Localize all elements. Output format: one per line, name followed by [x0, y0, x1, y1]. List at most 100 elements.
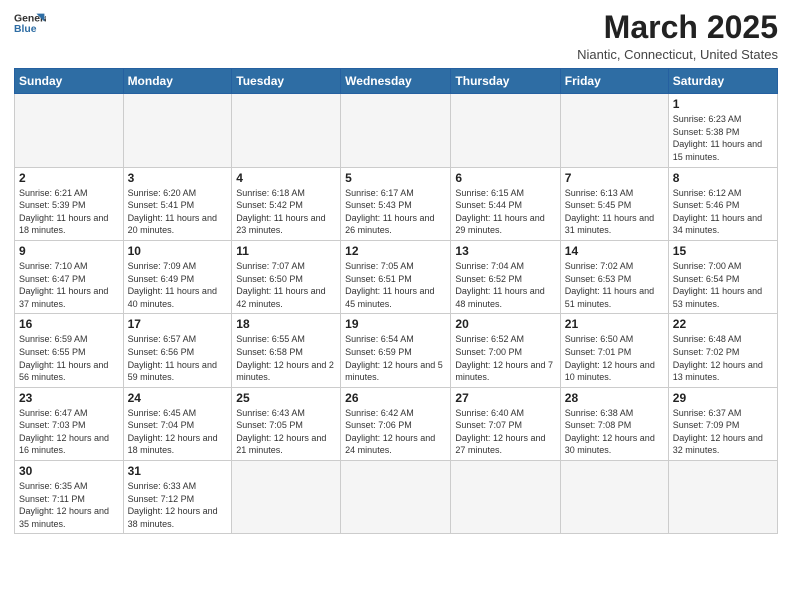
day-info: Sunrise: 6:57 AMSunset: 6:56 PMDaylight:… — [128, 333, 228, 383]
day-info: Sunrise: 6:48 AMSunset: 7:02 PMDaylight:… — [673, 333, 773, 383]
day-info: Sunrise: 6:23 AMSunset: 5:38 PMDaylight:… — [673, 113, 773, 163]
table-row: 9 Sunrise: 7:10 AMSunset: 6:47 PMDaylight… — [15, 240, 124, 313]
day-number: 18 — [236, 317, 336, 331]
table-row: 30 Sunrise: 6:35 AMSunset: 7:11 PMDayligh… — [15, 461, 124, 534]
table-row: 22 Sunrise: 6:48 AMSunset: 7:02 PMDayligh… — [668, 314, 777, 387]
header-sunday: Sunday — [15, 69, 124, 94]
day-info: Sunrise: 6:42 AMSunset: 7:06 PMDaylight:… — [345, 407, 446, 457]
day-number: 12 — [345, 244, 446, 258]
table-row — [15, 94, 124, 167]
day-number: 30 — [19, 464, 119, 478]
day-info: Sunrise: 6:33 AMSunset: 7:12 PMDaylight:… — [128, 480, 228, 530]
day-number: 22 — [673, 317, 773, 331]
day-number: 7 — [565, 171, 664, 185]
day-info: Sunrise: 6:13 AMSunset: 5:45 PMDaylight:… — [565, 187, 664, 237]
day-info: Sunrise: 6:55 AMSunset: 6:58 PMDaylight:… — [236, 333, 336, 383]
table-row: 3Sunrise: 6:20 AMSunset: 5:41 PMDaylight… — [123, 167, 232, 240]
table-row: 6Sunrise: 6:15 AMSunset: 5:44 PMDaylight… — [451, 167, 560, 240]
day-info: Sunrise: 7:07 AMSunset: 6:50 PMDaylight:… — [236, 260, 336, 310]
weekday-header-row: Sunday Monday Tuesday Wednesday Thursday… — [15, 69, 778, 94]
table-row: 27 Sunrise: 6:40 AMSunset: 7:07 PMDayligh… — [451, 387, 560, 460]
header: General Blue March 2025 Niantic, Connect… — [14, 10, 778, 62]
day-number: 14 — [565, 244, 664, 258]
calendar-week-row: 23Sunrise: 6:47 AMSunset: 7:03 PMDayligh… — [15, 387, 778, 460]
day-info: Sunrise: 6:18 AMSunset: 5:42 PMDaylight:… — [236, 187, 336, 237]
table-row: 15Sunrise: 7:00 AMSunset: 6:54 PMDayligh… — [668, 240, 777, 313]
table-row: 20 Sunrise: 6:52 AMSunset: 7:00 PMDayligh… — [451, 314, 560, 387]
calendar-week-row: 2 Sunrise: 6:21 AMSunset: 5:39 PMDaylight… — [15, 167, 778, 240]
day-number: 21 — [565, 317, 664, 331]
day-info: Sunrise: 6:12 AMSunset: 5:46 PMDaylight:… — [673, 187, 773, 237]
svg-text:Blue: Blue — [14, 24, 37, 35]
day-number: 26 — [345, 391, 446, 405]
table-row — [341, 461, 451, 534]
header-friday: Friday — [560, 69, 668, 94]
header-thursday: Thursday — [451, 69, 560, 94]
calendar-week-row: 1 Sunrise: 6:23 AMSunset: 5:38 PMDaylight… — [15, 94, 778, 167]
table-row: 24 Sunrise: 6:45 AMSunset: 7:04 PMDayligh… — [123, 387, 232, 460]
day-info: Sunrise: 6:20 AMSunset: 5:41 PMDaylight:… — [128, 187, 228, 237]
day-info: Sunrise: 6:45 AMSunset: 7:04 PMDaylight:… — [128, 407, 228, 457]
table-row: 23Sunrise: 6:47 AMSunset: 7:03 PMDayligh… — [15, 387, 124, 460]
table-row — [451, 461, 560, 534]
day-number: 19 — [345, 317, 446, 331]
table-row: 12Sunrise: 7:05 AMSunset: 6:51 PMDayligh… — [341, 240, 451, 313]
table-row: 19Sunrise: 6:54 AMSunset: 6:59 PMDayligh… — [341, 314, 451, 387]
day-number: 24 — [128, 391, 228, 405]
table-row: 16 Sunrise: 6:59 AMSunset: 6:55 PMDayligh… — [15, 314, 124, 387]
calendar-title: March 2025 — [577, 10, 778, 45]
day-info: Sunrise: 6:59 AMSunset: 6:55 PMDaylight:… — [19, 333, 119, 383]
table-row: 21 Sunrise: 6:50 AMSunset: 7:01 PMDayligh… — [560, 314, 668, 387]
day-number: 25 — [236, 391, 336, 405]
table-row: 25 Sunrise: 6:43 AMSunset: 7:05 PMDayligh… — [232, 387, 341, 460]
day-info: Sunrise: 6:35 AMSunset: 7:11 PMDaylight:… — [19, 480, 119, 530]
day-number: 17 — [128, 317, 228, 331]
day-info: Sunrise: 6:50 AMSunset: 7:01 PMDaylight:… — [565, 333, 664, 383]
day-info: Sunrise: 6:21 AMSunset: 5:39 PMDaylight:… — [19, 187, 119, 237]
table-row: 1 Sunrise: 6:23 AMSunset: 5:38 PMDaylight… — [668, 94, 777, 167]
day-number: 1 — [673, 97, 773, 111]
day-number: 9 — [19, 244, 119, 258]
table-row — [668, 461, 777, 534]
day-info: Sunrise: 7:04 AMSunset: 6:52 PMDaylight:… — [455, 260, 555, 310]
table-row — [232, 461, 341, 534]
day-number: 10 — [128, 244, 228, 258]
day-info: Sunrise: 7:02 AMSunset: 6:53 PMDaylight:… — [565, 260, 664, 310]
table-row: 10Sunrise: 7:09 AMSunset: 6:49 PMDayligh… — [123, 240, 232, 313]
day-info: Sunrise: 7:10 AMSunset: 6:47 PMDaylight:… — [19, 260, 119, 310]
calendar-week-row: 16 Sunrise: 6:59 AMSunset: 6:55 PMDayligh… — [15, 314, 778, 387]
table-row: 2 Sunrise: 6:21 AMSunset: 5:39 PMDaylight… — [15, 167, 124, 240]
table-row — [232, 94, 341, 167]
table-row — [123, 94, 232, 167]
day-number: 4 — [236, 171, 336, 185]
calendar-subtitle: Niantic, Connecticut, United States — [577, 47, 778, 62]
header-monday: Monday — [123, 69, 232, 94]
day-info: Sunrise: 6:38 AMSunset: 7:08 PMDaylight:… — [565, 407, 664, 457]
day-info: Sunrise: 6:52 AMSunset: 7:00 PMDaylight:… — [455, 333, 555, 383]
day-number: 2 — [19, 171, 119, 185]
generalblue-logo-icon: General Blue — [14, 10, 46, 38]
day-info: Sunrise: 6:40 AMSunset: 7:07 PMDaylight:… — [455, 407, 555, 457]
day-number: 16 — [19, 317, 119, 331]
table-row: 13Sunrise: 7:04 AMSunset: 6:52 PMDayligh… — [451, 240, 560, 313]
day-number: 27 — [455, 391, 555, 405]
table-row: 29Sunrise: 6:37 AMSunset: 7:09 PMDayligh… — [668, 387, 777, 460]
table-row: 8Sunrise: 6:12 AMSunset: 5:46 PMDaylight… — [668, 167, 777, 240]
table-row: 31 Sunrise: 6:33 AMSunset: 7:12 PMDayligh… — [123, 461, 232, 534]
day-number: 31 — [128, 464, 228, 478]
table-row: 17 Sunrise: 6:57 AMSunset: 6:56 PMDayligh… — [123, 314, 232, 387]
calendar-week-row: 9 Sunrise: 7:10 AMSunset: 6:47 PMDaylight… — [15, 240, 778, 313]
day-number: 11 — [236, 244, 336, 258]
day-info: Sunrise: 6:37 AMSunset: 7:09 PMDaylight:… — [673, 407, 773, 457]
table-row: 26 Sunrise: 6:42 AMSunset: 7:06 PMDayligh… — [341, 387, 451, 460]
header-saturday: Saturday — [668, 69, 777, 94]
table-row — [341, 94, 451, 167]
table-row: 5Sunrise: 6:17 AMSunset: 5:43 PMDaylight… — [341, 167, 451, 240]
day-info: Sunrise: 6:43 AMSunset: 7:05 PMDaylight:… — [236, 407, 336, 457]
day-number: 6 — [455, 171, 555, 185]
day-number: 5 — [345, 171, 446, 185]
table-row: 14 Sunrise: 7:02 AMSunset: 6:53 PMDayligh… — [560, 240, 668, 313]
title-block: March 2025 Niantic, Connecticut, United … — [577, 10, 778, 62]
table-row: 7 Sunrise: 6:13 AMSunset: 5:45 PMDaylight… — [560, 167, 668, 240]
day-number: 20 — [455, 317, 555, 331]
